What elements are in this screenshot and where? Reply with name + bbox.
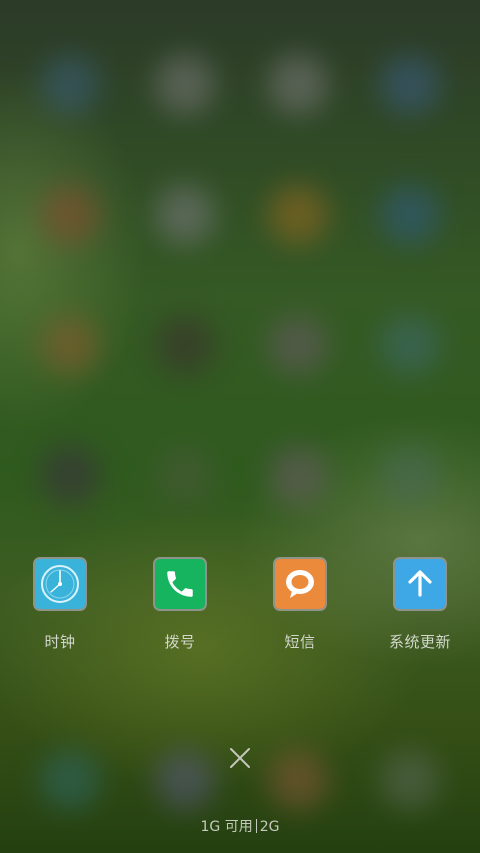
app-label-messages: 短信 xyxy=(284,633,316,651)
memory-status: 1G 可用 2G xyxy=(0,816,480,836)
app-phone[interactable]: 拨号 xyxy=(120,557,240,652)
app-system-update[interactable]: 系统更新 xyxy=(360,557,480,652)
update-arrow-icon[interactable] xyxy=(393,557,447,611)
recent-apps-screen: 时钟 拨号 短信 系统更新 1G 可用 2G xyxy=(0,0,480,853)
app-label-phone: 拨号 xyxy=(164,633,196,651)
app-label-clock: 时钟 xyxy=(44,633,76,651)
clock-icon[interactable] xyxy=(33,557,87,611)
memory-total: 2G xyxy=(259,819,280,835)
close-icon[interactable] xyxy=(229,747,251,769)
app-clock[interactable]: 时钟 xyxy=(0,557,120,652)
message-icon[interactable] xyxy=(273,557,327,611)
app-label-system-update: 系统更新 xyxy=(388,633,451,651)
close-button[interactable] xyxy=(224,742,256,774)
memory-divider xyxy=(255,819,257,833)
app-messages[interactable]: 短信 xyxy=(240,557,360,652)
phone-icon[interactable] xyxy=(153,557,207,611)
memory-available: 1G 可用 xyxy=(200,819,253,835)
